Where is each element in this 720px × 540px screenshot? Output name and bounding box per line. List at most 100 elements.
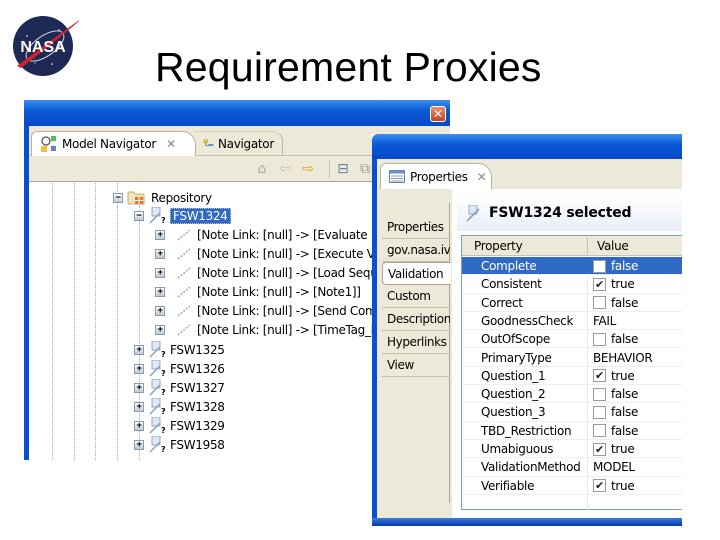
collapse-toggle[interactable]: − <box>113 192 123 203</box>
home-icon[interactable]: ⌂ <box>253 160 271 178</box>
side-tab-hyperlinks[interactable]: Hyperlinks <box>382 331 450 354</box>
property-value[interactable]: ✔ true <box>593 277 635 292</box>
property-value-text: false <box>611 387 639 402</box>
collapse-toggle[interactable]: − <box>134 210 144 221</box>
close-tab-icon[interactable]: ✕ <box>477 170 487 184</box>
collapse-all-icon[interactable]: ⊟ <box>334 160 352 178</box>
property-value-text: false <box>611 405 639 420</box>
expand-toggle[interactable]: + <box>134 420 144 431</box>
property-value[interactable]: MODEL <box>593 460 635 474</box>
table-row[interactable]: Verifiable ✔ true <box>462 477 682 495</box>
tab-properties[interactable]: Properties ✕ <box>380 163 492 189</box>
property-value[interactable]: BEHAVIOR <box>593 351 653 365</box>
side-tab-validation[interactable]: Validation <box>382 262 451 285</box>
expand-toggle[interactable]: + <box>134 401 144 412</box>
column-header-property[interactable]: Property <box>474 239 523 253</box>
checkbox-unchecked[interactable] <box>593 332 606 346</box>
tree-node-requirement-selected[interactable]: − ? FSW1324 <box>134 206 231 225</box>
property-value-text: true <box>611 277 635 292</box>
checkbox-unchecked[interactable] <box>593 424 606 438</box>
property-value[interactable]: ✔ true <box>593 369 635 383</box>
tab-model-navigator[interactable]: Model Navigator ✕ <box>31 131 196 156</box>
expand-toggle[interactable]: + <box>134 363 144 374</box>
table-row[interactable]: Consistent ✔ true <box>462 275 682 294</box>
table-header: Property Value <box>462 236 682 256</box>
tree-node-note-link[interactable]: + [Note Link: [null] -> [Evaluate Ne <box>155 225 387 244</box>
checkbox-unchecked[interactable] <box>593 259 606 273</box>
expand-toggle[interactable]: + <box>155 248 165 259</box>
property-value[interactable]: ✔ true <box>593 442 635 456</box>
table-row[interactable]: GoodnessCheck FAIL <box>462 312 682 331</box>
side-tab-gov-nasa-iv[interactable]: gov.nasa.iv <box>382 239 450 262</box>
checkbox-checked[interactable]: ✔ <box>593 442 606 456</box>
tree-node-label: FSW1326 <box>170 361 225 376</box>
property-value[interactable]: false <box>593 296 638 310</box>
tree-node-requirement[interactable]: + ? FSW1329 <box>134 416 225 435</box>
table-row[interactable]: TBD_Restriction false <box>462 422 682 440</box>
requirement-proxy-icon: ? <box>149 360 166 377</box>
column-separator[interactable] <box>587 238 588 254</box>
side-tab-view[interactable]: View <box>382 354 450 377</box>
property-value[interactable]: ✔ true <box>593 479 635 493</box>
checkbox-checked[interactable]: ✔ <box>593 479 606 493</box>
table-row[interactable]: ValidationMethod MODEL <box>462 458 682 477</box>
expand-toggle[interactable]: + <box>134 344 144 355</box>
expand-toggle[interactable]: + <box>155 229 165 240</box>
side-tab-properties[interactable]: Properties <box>382 216 450 239</box>
back-arrow-icon[interactable]: ⇦ <box>276 160 294 178</box>
note-link-icon <box>177 266 191 279</box>
table-row[interactable]: Question_3 false <box>462 403 682 422</box>
tree-node-note-link[interactable]: + [Note Link: [null] -> [Load Seque <box>155 263 385 282</box>
slide-title: Requirement Proxies <box>155 44 542 90</box>
table-row[interactable]: Correct false <box>462 294 682 312</box>
tree-node-note-link[interactable]: + [Note Link: [null] -> [Note1]] <box>155 282 361 301</box>
property-category-tabs: Properties gov.nasa.iv Validation Custom… <box>382 203 451 503</box>
checkbox-unchecked[interactable] <box>593 405 606 419</box>
column-header-value[interactable]: Value <box>597 239 629 253</box>
property-name: Verifiable <box>481 478 535 493</box>
expand-toggle[interactable]: + <box>155 305 165 316</box>
window-titlebar[interactable] <box>372 134 682 159</box>
table-row[interactable]: OutOfScope false <box>462 330 682 349</box>
table-row[interactable]: Complete false <box>462 257 682 276</box>
tab-navigator[interactable]: Navigator <box>195 131 283 156</box>
table-row[interactable]: Question_2 false <box>462 385 682 404</box>
tree-node-requirement[interactable]: + ? FSW1327 <box>134 378 225 397</box>
tree-node-requirement[interactable]: + ? FSW1326 <box>134 359 225 378</box>
checkbox-checked[interactable]: ✔ <box>593 277 606 291</box>
tree-node-note-link[interactable]: + [Note Link: [null] -> [Send Comm <box>155 301 388 320</box>
forward-arrow-icon[interactable]: ⇨ <box>299 160 317 178</box>
window-titlebar[interactable]: ✕ <box>24 100 450 126</box>
table-row[interactable]: PrimaryType BEHAVIOR <box>462 349 682 367</box>
side-tab-custom[interactable]: Custom <box>382 285 450 308</box>
checkbox-checked[interactable]: ✔ <box>593 369 606 383</box>
tree-node-requirement[interactable]: + ? FSW1325 <box>134 340 225 359</box>
checkbox-unchecked[interactable] <box>593 387 606 401</box>
tree-node-repository[interactable]: − Repository <box>113 188 212 207</box>
property-value-text: false <box>611 423 639 438</box>
expand-toggle[interactable]: + <box>134 439 144 450</box>
close-tab-icon[interactable]: ✕ <box>166 137 176 151</box>
property-value[interactable]: false <box>593 405 638 419</box>
property-value[interactable]: false <box>593 387 638 401</box>
property-value[interactable]: false <box>593 332 638 346</box>
svg-text:?: ? <box>161 426 166 434</box>
tree-node-requirement[interactable]: + ? FSW1328 <box>134 397 225 416</box>
tab-label: Model Navigator <box>62 137 157 151</box>
svg-text:NASA: NASA <box>20 39 66 56</box>
expand-toggle[interactable]: + <box>155 267 165 278</box>
property-value[interactable]: false <box>593 259 638 273</box>
close-window-button[interactable]: ✕ <box>430 106 446 122</box>
expand-toggle[interactable]: + <box>155 286 165 297</box>
expand-toggle[interactable]: + <box>134 382 144 393</box>
table-row[interactable]: Umabiguous ✔ true <box>462 440 682 459</box>
side-tab-description[interactable]: Description <box>382 308 450 331</box>
checkbox-unchecked[interactable] <box>593 296 606 310</box>
tree-node-requirement[interactable]: + ? FSW1958 <box>134 435 225 454</box>
property-value[interactable]: false <box>593 424 638 438</box>
table-row[interactable]: Question_1 ✔ true <box>462 367 682 386</box>
expand-toggle[interactable]: + <box>155 324 165 335</box>
property-value[interactable]: FAIL <box>593 314 616 328</box>
tree-node-note-link[interactable]: + [Note Link: [null] -> [TimeTag_De <box>155 320 387 339</box>
tree-node-note-link[interactable]: + [Note Link: [null] -> [Execute VM <box>155 244 385 263</box>
